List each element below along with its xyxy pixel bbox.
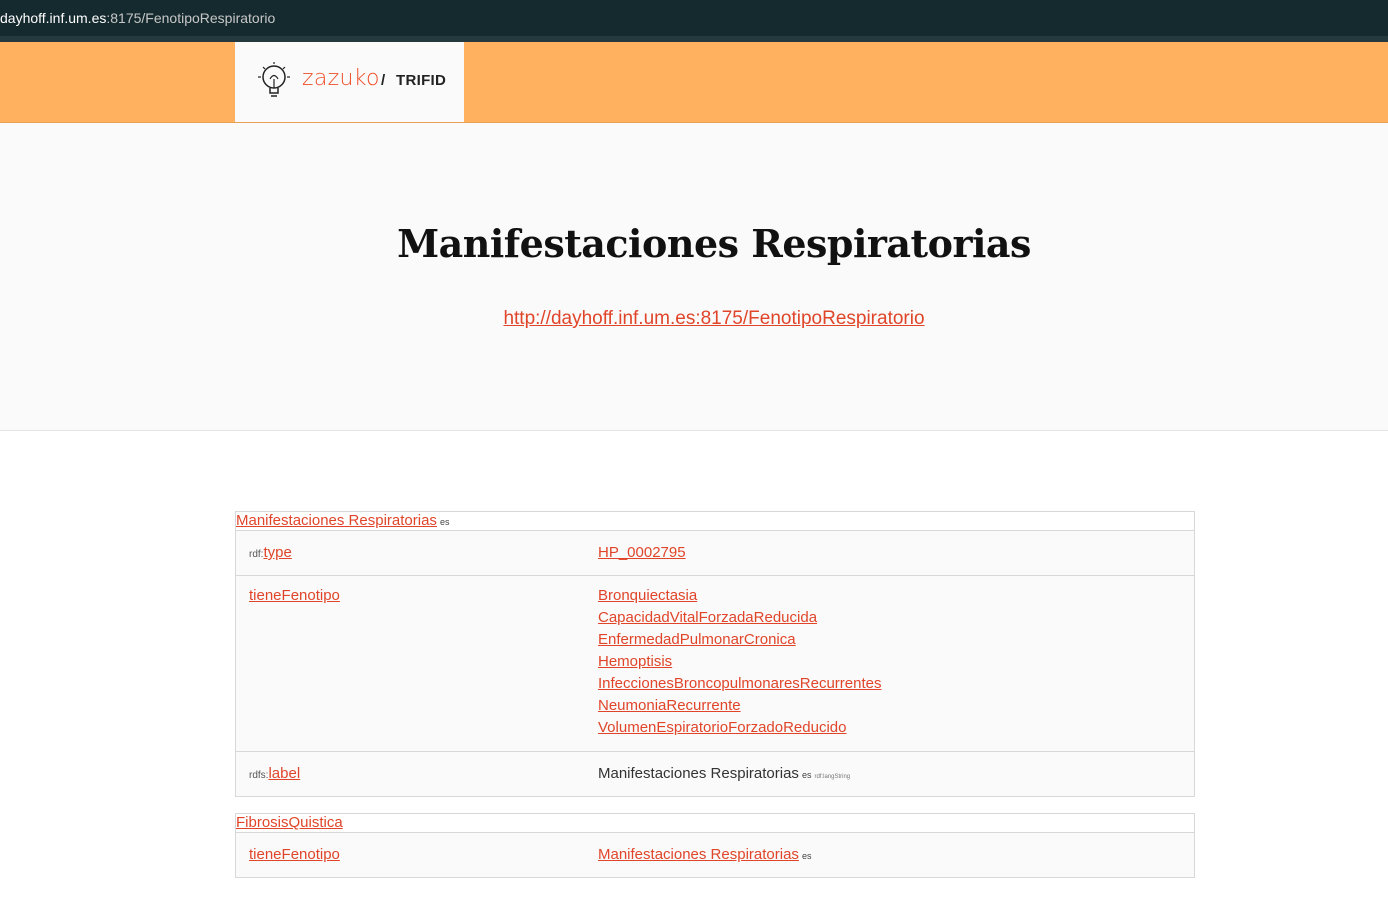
address-url[interactable]: dayhoff.inf.um.es:8175/FenotipoRespirato… bbox=[0, 10, 275, 26]
table-row: tieneFenotipo Bronquiectasia CapacidadVi… bbox=[236, 576, 1194, 752]
predicate-link-label[interactable]: label bbox=[268, 765, 300, 782]
object-link[interactable]: Hemoptisis bbox=[598, 653, 672, 670]
resource-iri-link[interactable]: http://dayhoff.inf.um.es:8175/FenotipoRe… bbox=[503, 308, 924, 329]
logo-text: zazuko bbox=[302, 66, 380, 91]
lightbulb-icon bbox=[258, 62, 290, 97]
object-link[interactable]: NeumoniaRecurrente bbox=[598, 697, 741, 714]
predicate-link-tienefenotipo[interactable]: tieneFenotipo bbox=[249, 846, 340, 863]
logo-separator: / bbox=[381, 72, 386, 89]
table-row: tieneFenotipo Manifestaciones Respirator… bbox=[236, 833, 1194, 877]
object-link[interactable]: CapacidadVitalForzadaReducida bbox=[598, 609, 817, 626]
table-row: rdf:type HP_0002795 bbox=[236, 531, 1194, 576]
product-name: TRIFID bbox=[396, 72, 447, 89]
subject-block-fibrosis: FibrosisQuistica tieneFenotipo Manifesta… bbox=[235, 813, 1195, 878]
object-link[interactable]: EnfermedadPulmonarCronica bbox=[598, 631, 796, 648]
lang-tag: es bbox=[439, 517, 450, 527]
predicate-prefix: rdf: bbox=[249, 549, 264, 560]
subject-link[interactable]: FibrosisQuistica bbox=[236, 814, 343, 831]
subject-title: FibrosisQuistica bbox=[236, 814, 1194, 833]
predicate-prefix: rdfs: bbox=[249, 770, 269, 781]
literal-value: Manifestaciones Respiratorias bbox=[598, 765, 799, 782]
predicate-link-tienefenotipo[interactable]: tieneFenotipo bbox=[249, 587, 340, 604]
lang-tag: es bbox=[801, 851, 812, 861]
url-path: :8175/FenotipoRespiratorio bbox=[106, 10, 276, 26]
object-link[interactable]: Manifestaciones Respiratorias bbox=[598, 846, 799, 863]
brand-logo[interactable]: zazuko / TRIFID bbox=[235, 42, 464, 122]
subject-title: Manifestaciones Respiratorias es bbox=[236, 512, 1194, 531]
subject-block-manifestaciones: Manifestaciones Respiratorias es rdf:type… bbox=[235, 511, 1195, 797]
predicate-link-type[interactable]: type bbox=[263, 544, 291, 561]
page-title: Manifestaciones Respiratorias bbox=[397, 221, 1031, 266]
browser-address-bar[interactable]: dayhoff.inf.um.es:8175/FenotipoRespirato… bbox=[0, 0, 1388, 36]
object-link[interactable]: HP_0002795 bbox=[598, 544, 686, 561]
site-header: zazuko / TRIFID bbox=[0, 42, 1388, 123]
datatype-tag: rdf:langString bbox=[814, 774, 851, 780]
hero-section: Manifestaciones Respiratorias http://day… bbox=[0, 123, 1388, 431]
object-link[interactable]: VolumenEspiratorioForzadoReducido bbox=[598, 719, 846, 736]
object-link[interactable]: InfeccionesBroncopulmonaresRecurrentes bbox=[598, 675, 881, 692]
lang-tag: es bbox=[801, 770, 812, 780]
subject-link[interactable]: Manifestaciones Respiratorias bbox=[236, 512, 437, 529]
table-row: rdfs:label Manifestaciones Respiratorias… bbox=[236, 752, 1194, 796]
url-host: dayhoff.inf.um.es bbox=[0, 10, 107, 26]
object-link[interactable]: Bronquiectasia bbox=[598, 587, 697, 604]
